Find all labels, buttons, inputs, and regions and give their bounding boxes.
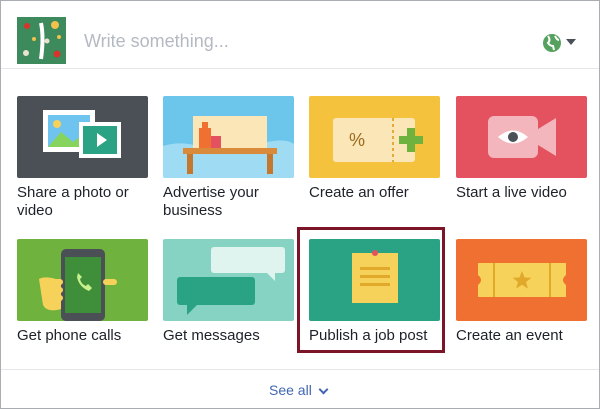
tile-label: Create an offer	[309, 184, 409, 201]
profile-avatar-icon[interactable]	[17, 17, 66, 64]
tile-share-photo-video[interactable]: Share a photo or video	[17, 96, 148, 219]
chevron-down-icon	[566, 39, 576, 45]
write-something-input[interactable]: Write something...	[84, 28, 464, 54]
photo-video-icon	[17, 96, 148, 178]
chevron-down-icon	[318, 384, 329, 395]
tile-label: Advertise your business	[163, 184, 259, 219]
storefront-icon	[163, 96, 294, 178]
phone-call-icon	[17, 239, 148, 321]
svg-text:%: %	[349, 130, 365, 150]
tile-create-event[interactable]: Create an event	[456, 239, 587, 359]
tile-advertise-business[interactable]: Advertise your business	[163, 96, 294, 219]
globe-icon	[543, 34, 561, 52]
see-all-label: See all	[269, 382, 312, 398]
offer-coupon-icon: %	[309, 96, 440, 178]
tile-label: Get messages	[163, 327, 260, 344]
tile-create-offer[interactable]: % Create an offer	[309, 96, 440, 216]
tile-label: Start a live video	[456, 184, 567, 201]
live-video-icon	[456, 96, 587, 178]
audience-selector[interactable]	[542, 33, 580, 53]
composer-row: Write something...	[1, 1, 599, 69]
post-composer-panel: Write something... Share a photo or vide…	[0, 0, 600, 409]
tile-label: Get phone calls	[17, 327, 122, 344]
event-ticket-icon	[456, 239, 587, 321]
message-bubbles-icon	[163, 239, 294, 321]
highlight-frame	[297, 227, 445, 353]
tile-get-phone-calls[interactable]: Get phone calls	[17, 239, 148, 359]
footer-bar: See all	[1, 369, 599, 408]
tile-get-messages[interactable]: Get messages	[163, 239, 294, 359]
see-all-link[interactable]: See all	[269, 381, 329, 399]
tile-label: Share a photo or video	[17, 184, 129, 219]
tile-label: Create an event	[456, 327, 563, 344]
tile-start-live-video[interactable]: Start a live video	[456, 96, 587, 216]
